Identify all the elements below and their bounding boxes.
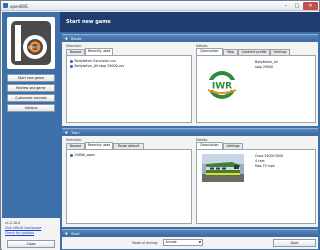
list-item[interactable]: Ballykelvin_All stop 29000.csv [70, 64, 124, 69]
close-button[interactable]: Close [7, 240, 55, 248]
close-window-button[interactable]: ✕ [303, 2, 318, 10]
sidebar-footer: v1.2.10.0 Visit official homepage Check … [2, 218, 60, 250]
chevron-down-icon: ▼ [198, 240, 201, 244]
app-window: openBVE – □ ✕ open Start new game Review… [0, 0, 320, 250]
homepage-link[interactable]: Visit official homepage [5, 226, 41, 230]
tab-train-recently-used[interactable]: Recently used [85, 142, 113, 149]
main-content: Start new game ▼ Route Selection: Detail… [60, 12, 320, 250]
train-description-line: Class 29000 DMU [255, 154, 284, 158]
start-button[interactable]: Start [273, 238, 316, 247]
title-bar: openBVE – □ ✕ [1, 1, 319, 11]
page-title: Start new game [66, 19, 111, 25]
collapse-triangle-icon: ▼ [65, 231, 68, 236]
collapse-triangle-icon: ▼ [65, 130, 68, 135]
train-details-box: Class 29000 DMU 4 cars Max 75 mph [196, 149, 316, 224]
tab-train-description[interactable]: Description [196, 142, 223, 149]
maximize-button[interactable]: □ [292, 2, 302, 10]
train-file-icon [70, 153, 73, 157]
train-selection-label: Selection: [66, 138, 82, 142]
route-selection-label: Selection: [66, 44, 82, 48]
train-panel: Selection: Details: Browse Recently used… [62, 136, 318, 227]
options-button[interactable]: Options [7, 104, 55, 112]
start-panel: Mode of driving: Arcade ▼ Start [62, 237, 318, 249]
route-file-icon [70, 59, 73, 63]
route-details-box: IWR Ballykelvin_All stop 29000 [196, 55, 316, 123]
train-description-line: Max 75 mph [255, 164, 275, 168]
route-section-label: Route [71, 36, 82, 41]
start-section-header[interactable]: ▼ Start [62, 229, 318, 236]
train-section-label: Train [71, 130, 80, 135]
customize-controls-button[interactable]: Customize controls [7, 94, 55, 102]
list-item[interactable]: 29000_open [70, 153, 95, 158]
tab-route-description[interactable]: Description [196, 48, 223, 55]
iwr-logo-image: IWR [202, 71, 242, 99]
logo-text: open [28, 45, 38, 50]
start-new-game-button[interactable]: Start new game [7, 74, 55, 82]
check-updates-link[interactable]: Check for updates [5, 231, 34, 235]
route-panel: Selection: Details: Browse Recently used… [62, 42, 318, 126]
page-header: Start new game [60, 12, 320, 32]
route-description-line: Ballykelvin_All [255, 60, 278, 64]
mode-of-driving-select[interactable]: Arcade ▼ [163, 239, 203, 246]
openbve-logo: open [7, 17, 55, 69]
train-description-line: 4 cars [255, 159, 265, 163]
sidebar: open Start new game Review last game Cus… [2, 12, 60, 250]
openbve-logo-graphic: open [11, 21, 51, 65]
start-section-label: Start [71, 231, 80, 236]
iwr-logo-text: IWR [212, 82, 232, 92]
route-file-list: Ballykelvin Excursion.csv Ballykelvin_Al… [66, 55, 192, 123]
train-section-header[interactable]: ▼ Train [62, 128, 318, 135]
route-section-header[interactable]: ▼ Route [62, 34, 318, 41]
mode-of-driving-label: Mode of driving: [132, 240, 158, 245]
train-file-list: 29000_open [66, 149, 192, 224]
version-label: v1.2.10.0 [5, 221, 21, 225]
tab-route-recently-used[interactable]: Recently used [85, 48, 113, 55]
route-description-line: stop 29000 [255, 65, 274, 69]
window-title: openBVE [10, 3, 28, 9]
route-file-icon [70, 64, 73, 68]
review-last-game-button[interactable]: Review last game [7, 84, 55, 92]
minimize-button[interactable]: – [281, 2, 291, 10]
app-icon [3, 3, 8, 8]
collapse-triangle-icon: ▼ [65, 36, 68, 41]
train-thumbnail-image [202, 154, 244, 182]
